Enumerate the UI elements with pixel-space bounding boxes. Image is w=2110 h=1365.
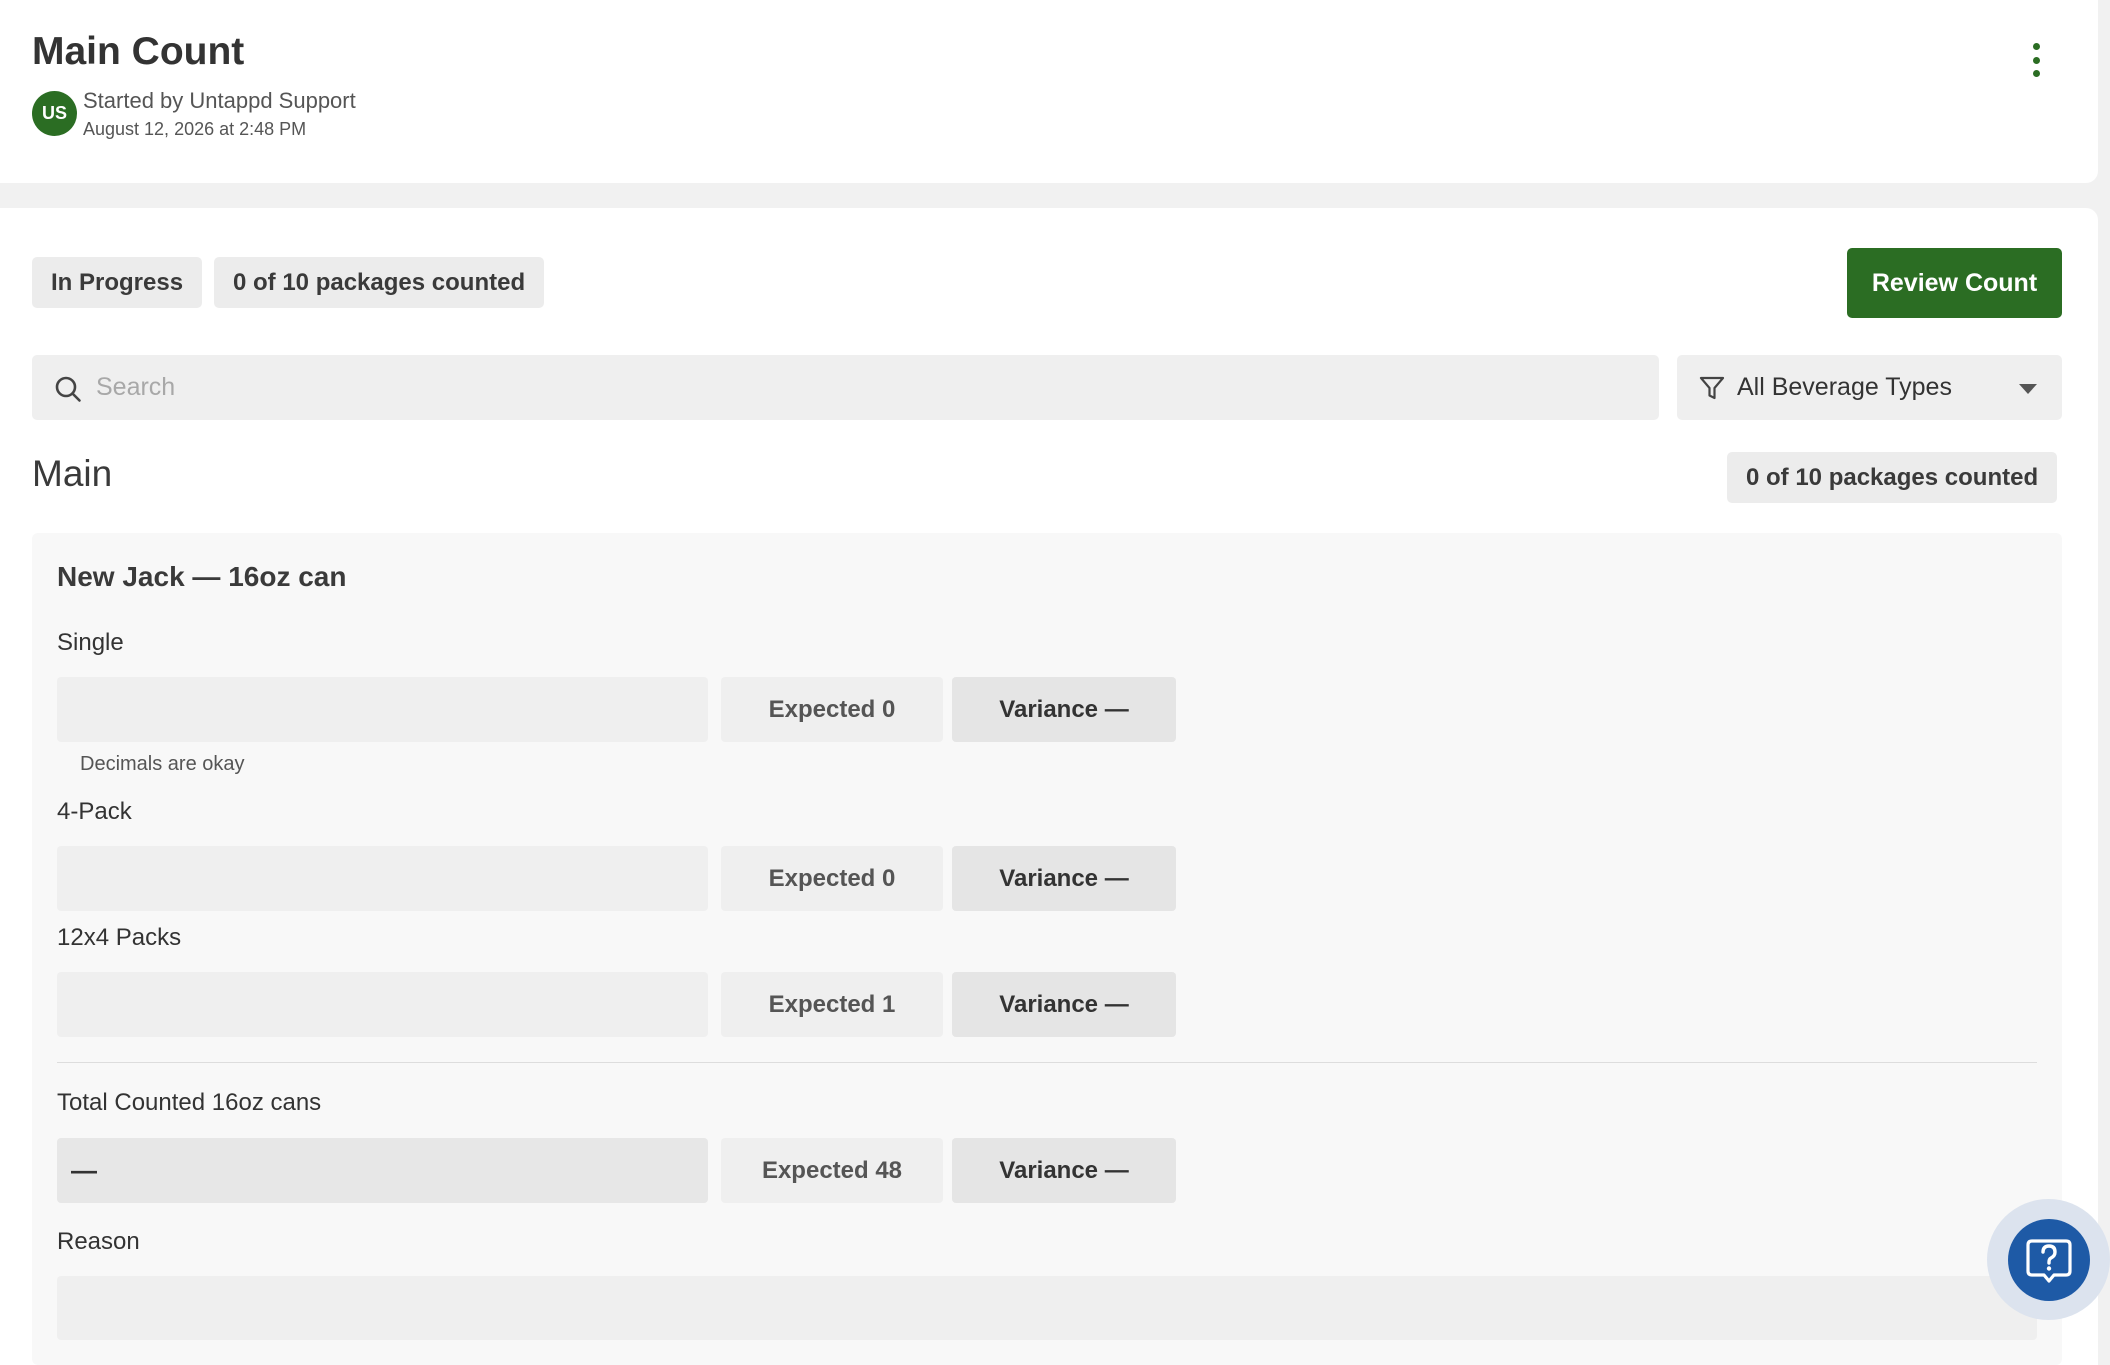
search-box[interactable] [32,355,1659,420]
caret-down-icon [2019,384,2037,394]
help-button[interactable] [2008,1219,2090,1301]
variance-4-pack: Variance — [952,846,1176,911]
kebab-menu-icon[interactable] [2022,40,2050,80]
search-input[interactable] [96,355,1636,420]
filter-icon [1699,376,1725,400]
count-input-4-pack[interactable] [57,846,708,911]
beverage-type-filter[interactable]: All Beverage Types [1677,355,2062,420]
page-title: Main Count [32,30,245,73]
variance-total: Variance — [952,1138,1176,1203]
started-at-text: August 12, 2026 at 2:48 PM [83,119,307,139]
expected-12x4: Expected 1 [721,972,943,1037]
variance-single: Variance — [952,677,1176,742]
reason-input[interactable] [57,1276,2037,1340]
status-badge: In Progress [32,257,203,308]
divider [57,1062,2037,1063]
count-input-12x4[interactable] [57,972,708,1037]
reason-label: Reason [57,1228,140,1255]
expected-total: Expected 48 [721,1138,943,1203]
progress-badge: 0 of 10 packages counted [214,257,545,308]
variance-12x4: Variance — [952,972,1176,1037]
avatar: US [32,91,77,136]
filter-label: All Beverage Types [1737,373,1952,401]
total-label: Total Counted 16oz cans [57,1089,322,1116]
package-label-12x4: 12x4 Packs [57,924,182,951]
section-title: Main [32,453,113,494]
review-count-button[interactable]: Review Count [1847,248,2062,318]
decimal-hint: Decimals are okay [80,753,245,775]
total-counted-value: — [57,1138,708,1203]
expected-single: Expected 0 [721,677,943,742]
expected-4-pack: Expected 0 [721,846,943,911]
help-icon [2026,1239,2072,1283]
product-title: New Jack — 16oz can [57,561,347,592]
product-card: New Jack — 16oz can Single Expected 0 Va… [32,533,2062,1365]
count-input-single[interactable] [57,677,708,742]
package-label-single: Single [57,629,124,656]
package-label-4-pack: 4-Pack [57,798,132,825]
search-icon [55,376,81,402]
started-by-text: Started by Untappd Support [83,88,356,113]
section-progress-badge: 0 of 10 packages counted [1727,452,2058,503]
count-header: Main Count US Started by Untappd Support… [0,0,2098,183]
